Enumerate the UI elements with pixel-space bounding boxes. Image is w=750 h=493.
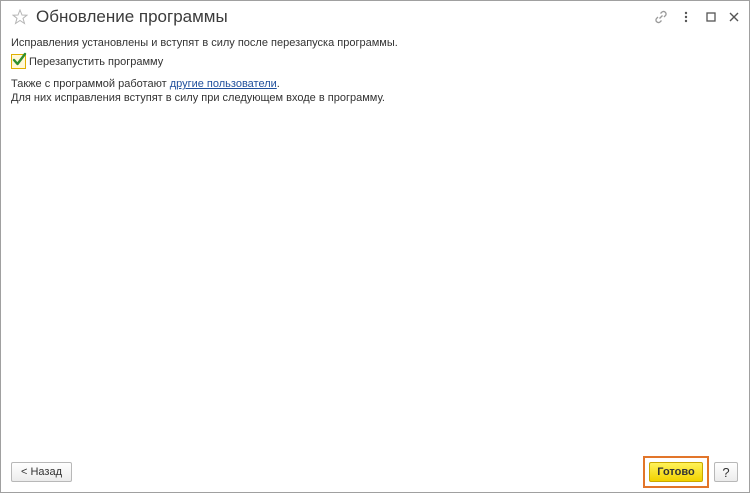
close-icon[interactable] bbox=[726, 9, 742, 25]
restart-checkbox-label[interactable]: Перезапустить программу bbox=[29, 56, 163, 68]
page-title: Обновление программы bbox=[36, 7, 228, 26]
title-bar: Обновление программы bbox=[1, 1, 749, 35]
restart-checkbox[interactable] bbox=[11, 52, 27, 69]
maximize-icon[interactable] bbox=[703, 9, 719, 25]
info-text: Исправления установлены и вступят в силу… bbox=[11, 37, 398, 49]
next-login-text: Для них исправления вступят в силу при с… bbox=[11, 92, 385, 104]
other-users-link[interactable]: другие пользователи bbox=[170, 78, 277, 90]
more-icon[interactable] bbox=[678, 9, 694, 25]
checkmark-icon bbox=[12, 52, 27, 66]
other-users-suffix: . bbox=[276, 78, 280, 90]
star-icon[interactable] bbox=[11, 8, 29, 25]
help-button[interactable]: ? bbox=[714, 462, 738, 482]
done-button[interactable]: Готово bbox=[649, 462, 703, 482]
done-button-highlight: Готово bbox=[643, 456, 709, 488]
link-icon[interactable] bbox=[653, 9, 669, 25]
other-users-prefix: Также с программой работают bbox=[11, 78, 170, 90]
back-button[interactable]: < Назад bbox=[11, 462, 72, 482]
other-users-text: Также с программой работают другие польз… bbox=[11, 78, 280, 90]
dialog-window: Обновление программы Исправления установ… bbox=[0, 0, 750, 493]
